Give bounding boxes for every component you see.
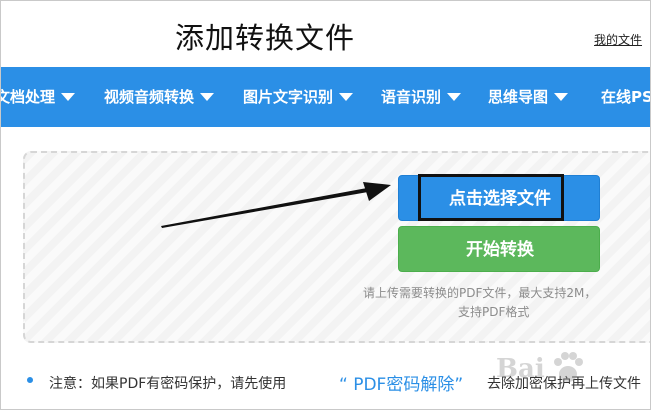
nav-item-label: 在线PS: [601, 88, 651, 106]
start-conversion-label: 开始转换: [466, 240, 534, 260]
caret-down-icon: [554, 92, 569, 101]
page-frame: 添加转换文件 我的文件 文档处理 视频音频转换 图片文字识别 语音识别 思维导图…: [0, 0, 651, 410]
pdf-password-remove-link[interactable]: “ PDF密码解除”: [339, 370, 463, 395]
caret-down-icon: [61, 92, 76, 101]
my-files-link[interactable]: 我的文件: [594, 31, 642, 48]
bullet-icon: [27, 377, 33, 383]
nav-item-label: 文档处理: [1, 88, 56, 106]
nav-item-mind-map[interactable]: 思维导图: [488, 67, 569, 127]
page-header: 添加转换文件 我的文件: [1, 1, 650, 67]
page-title: 添加转换文件: [175, 21, 356, 55]
start-conversion-button[interactable]: 开始转换: [398, 226, 600, 272]
highlight-box: [418, 174, 564, 221]
nav-item-label: 语音识别: [381, 88, 442, 106]
main-nav: 文档处理 视频音频转换 图片文字识别 语音识别 思维导图 在线PS: [1, 67, 651, 127]
caret-down-icon: [339, 92, 354, 101]
notice-text: 注意：如果PDF有密码保护，请先使用: [49, 376, 287, 392]
nav-item-video-audio-conversion[interactable]: 视频音频转换: [104, 67, 215, 127]
upload-hint: 请上传需要转换的PDF文件，最大支持2M，: [363, 286, 597, 300]
caret-down-icon: [200, 92, 215, 101]
nav-item-speech-recognition[interactable]: 语音识别: [381, 67, 462, 127]
nav-item-document-processing[interactable]: 文档处理: [1, 67, 76, 127]
notice-tail-text: 去除加密保护再上传文件: [487, 376, 641, 392]
nav-item-online-ps[interactable]: 在线PS: [601, 67, 651, 127]
nav-item-label: 图片文字识别: [243, 88, 334, 106]
nav-item-label: 思维导图: [488, 88, 549, 106]
nav-item-image-ocr[interactable]: 图片文字识别: [243, 67, 354, 127]
caret-down-icon: [447, 92, 462, 101]
upload-hint-format: 支持PDF格式: [458, 305, 530, 319]
nav-item-label: 视频音频转换: [104, 88, 195, 106]
